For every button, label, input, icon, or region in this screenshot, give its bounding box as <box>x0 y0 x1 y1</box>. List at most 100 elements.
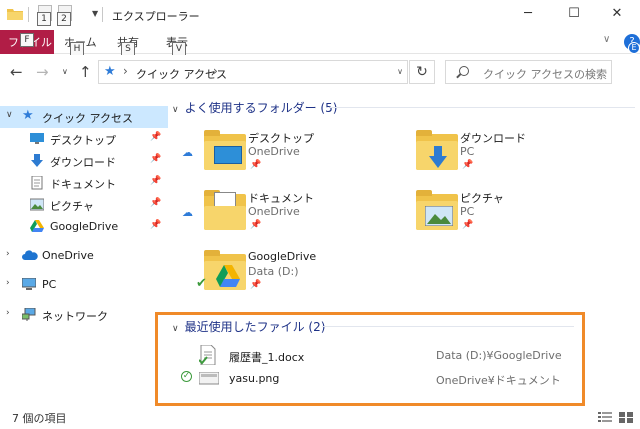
folder-name: ドキュメント <box>248 192 314 205</box>
collapse-chevron-icon[interactable]: ∨ <box>172 105 179 115</box>
recent-locations-chevron-icon[interactable]: ∨ <box>62 67 68 76</box>
googledrive-folder-icon: ✔ <box>196 250 246 291</box>
group-divider <box>330 107 635 108</box>
status-bar: 7 個の項目 <box>0 405 640 429</box>
sidebar-item-label: ドキュメント <box>50 178 116 191</box>
pin-icon[interactable]: 📌 <box>150 220 161 230</box>
file-location: OneDrive¥ドキュメント <box>436 374 561 387</box>
pin-icon: 📌 <box>250 280 262 290</box>
address-dropdown-icon[interactable]: ∨ <box>397 67 403 76</box>
folder-tile-googledrive[interactable]: ✔ GoogleDrive Data (D:) 📌 <box>170 248 370 304</box>
pin-icon: 📌 <box>462 220 474 230</box>
network-icon <box>21 307 36 321</box>
details-view-icon[interactable] <box>598 412 612 423</box>
folder-name: デスクトップ <box>248 132 314 145</box>
sidebar-item-label: PC <box>42 278 57 291</box>
google-drive-icon <box>30 220 44 233</box>
address-row: ← → ∨ ↑ ★ › クイック アクセス › ∨ ↻ クイック アクセスの検索 <box>0 55 640 89</box>
folder-name: ピクチャ <box>460 192 504 205</box>
collapse-chevron-icon[interactable]: ∨ <box>172 324 179 334</box>
file-name: 履歴書_1.docx <box>229 351 305 364</box>
pin-icon[interactable]: 📌 <box>150 176 161 186</box>
word-document-icon <box>198 344 217 366</box>
cloud-status-icon: ☁ <box>182 146 193 159</box>
table-row[interactable]: ✓ yasu.png OneDrive¥ドキュメント <box>170 368 640 390</box>
folder-location: OneDrive <box>248 205 300 218</box>
expand-chevron-icon[interactable]: › <box>6 249 10 259</box>
collapse-chevron-icon[interactable]: ∨ <box>6 110 13 120</box>
keytip-view: V <box>172 42 186 56</box>
ribbon-tabs: ファイル F ホーム H 共有 S 表示 V ∨ <box>0 30 640 56</box>
sidebar-item-quick-access[interactable]: ∨ ★ クイック アクセス <box>0 106 168 128</box>
back-arrow-icon[interactable]: ← <box>10 63 23 81</box>
pin-icon[interactable]: 📌 <box>150 154 161 164</box>
file-name: yasu.png <box>229 372 280 385</box>
quick-access-star-icon: ★ <box>104 64 116 79</box>
keytip-help: E <box>628 42 640 54</box>
folder-location: OneDrive <box>248 145 300 158</box>
folder-app-icon <box>7 7 23 20</box>
documents-folder-icon <box>204 190 246 230</box>
recent-files-title: 最近使用したファイル (2) <box>184 320 326 334</box>
pin-icon: 📌 <box>250 160 262 170</box>
file-location: Data (D:)¥GoogleDrive <box>436 349 562 362</box>
search-placeholder: クイック アクセスの検索 <box>483 68 607 81</box>
forward-arrow-icon[interactable]: → <box>36 63 49 81</box>
address-bar[interactable]: ★ › クイック アクセス › ∨ <box>98 60 408 84</box>
folder-tile-downloads[interactable]: ダウンロード PC 📌 <box>382 128 582 184</box>
sidebar-item-label: OneDrive <box>42 249 94 262</box>
sidebar-item-onedrive[interactable]: › OneDrive <box>0 245 168 267</box>
desktop-icon <box>30 132 44 145</box>
cloud-status-icon: ☁ <box>182 206 193 219</box>
sidebar-item-pc[interactable]: › PC <box>0 274 168 296</box>
recent-files-header[interactable]: ∨ 最近使用したファイル (2) <box>172 318 325 335</box>
sidebar-item-label: GoogleDrive <box>50 220 119 233</box>
folder-tile-pictures[interactable]: ピクチャ PC 📌 <box>382 188 582 244</box>
sidebar-item-label: ダウンロード <box>50 156 116 169</box>
item-count: 7 個の項目 <box>12 412 67 425</box>
breadcrumb-chevron-icon[interactable]: › <box>213 64 218 78</box>
maximize-button[interactable]: ☐ <box>551 3 597 27</box>
pin-icon[interactable]: 📌 <box>150 132 161 142</box>
sidebar-item-desktop[interactable]: デスクトップ 📌 <box>0 128 168 150</box>
keytip-share: S <box>121 42 135 56</box>
sidebar-item-documents[interactable]: ドキュメント 📌 <box>0 172 168 194</box>
onedrive-icon <box>22 249 38 262</box>
sidebar-item-label: デスクトップ <box>50 134 116 147</box>
large-icons-view-icon[interactable] <box>619 412 633 423</box>
close-button[interactable]: ✕ <box>594 3 640 27</box>
search-input[interactable]: クイック アクセスの検索 <box>445 60 612 84</box>
content-pane: ∨ よく使用するフォルダー (5) ☁ デスクトップ OneDrive 📌 ダウン… <box>170 93 640 403</box>
breadcrumb-chevron-icon[interactable]: › <box>123 64 128 78</box>
file-status-check-icon: ✓ <box>181 371 192 382</box>
customize-quick-access-icon[interactable]: ▼ <box>92 9 98 18</box>
sidebar-item-downloads[interactable]: ダウンロード 📌 <box>0 150 168 172</box>
documents-icon <box>30 175 44 190</box>
pictures-icon <box>29 198 45 211</box>
pin-icon: 📌 <box>250 220 262 230</box>
folder-tile-documents[interactable]: ☁ ドキュメント OneDrive 📌 <box>170 188 370 244</box>
title-separator <box>102 7 103 22</box>
frequent-folders-title: よく使用するフォルダー (5) <box>184 101 338 115</box>
folder-location: Data (D:) <box>248 265 299 278</box>
desktop-folder-icon <box>204 130 246 170</box>
expand-chevron-icon[interactable]: › <box>6 308 10 318</box>
folder-name: GoogleDrive <box>248 250 317 263</box>
group-divider <box>322 326 574 327</box>
sidebar-item-googledrive[interactable]: GoogleDrive 📌 <box>0 216 168 238</box>
expand-ribbon-icon[interactable]: ∨ <box>603 34 610 45</box>
up-arrow-icon[interactable]: ↑ <box>79 63 92 81</box>
navigation-pane: ∨ ★ クイック アクセス デスクトップ 📌 ダウンロード 📌 ドキュメント 📌… <box>0 100 168 400</box>
expand-chevron-icon[interactable]: › <box>6 278 10 288</box>
folder-location: PC <box>460 145 475 158</box>
sidebar-item-pictures[interactable]: ピクチャ 📌 <box>0 194 168 216</box>
image-file-icon <box>198 368 220 388</box>
frequent-folders-header[interactable]: ∨ よく使用するフォルダー (5) <box>172 99 337 116</box>
refresh-button[interactable]: ↻ <box>409 60 435 84</box>
sidebar-item-network[interactable]: › ネットワーク <box>0 304 168 326</box>
folder-tile-desktop[interactable]: ☁ デスクトップ OneDrive 📌 <box>170 128 370 184</box>
table-row[interactable]: 履歴書_1.docx Data (D:)¥GoogleDrive <box>170 344 640 367</box>
folder-name: ダウンロード <box>460 132 526 145</box>
pin-icon[interactable]: 📌 <box>150 198 161 208</box>
minimize-button[interactable]: ─ <box>505 3 551 27</box>
